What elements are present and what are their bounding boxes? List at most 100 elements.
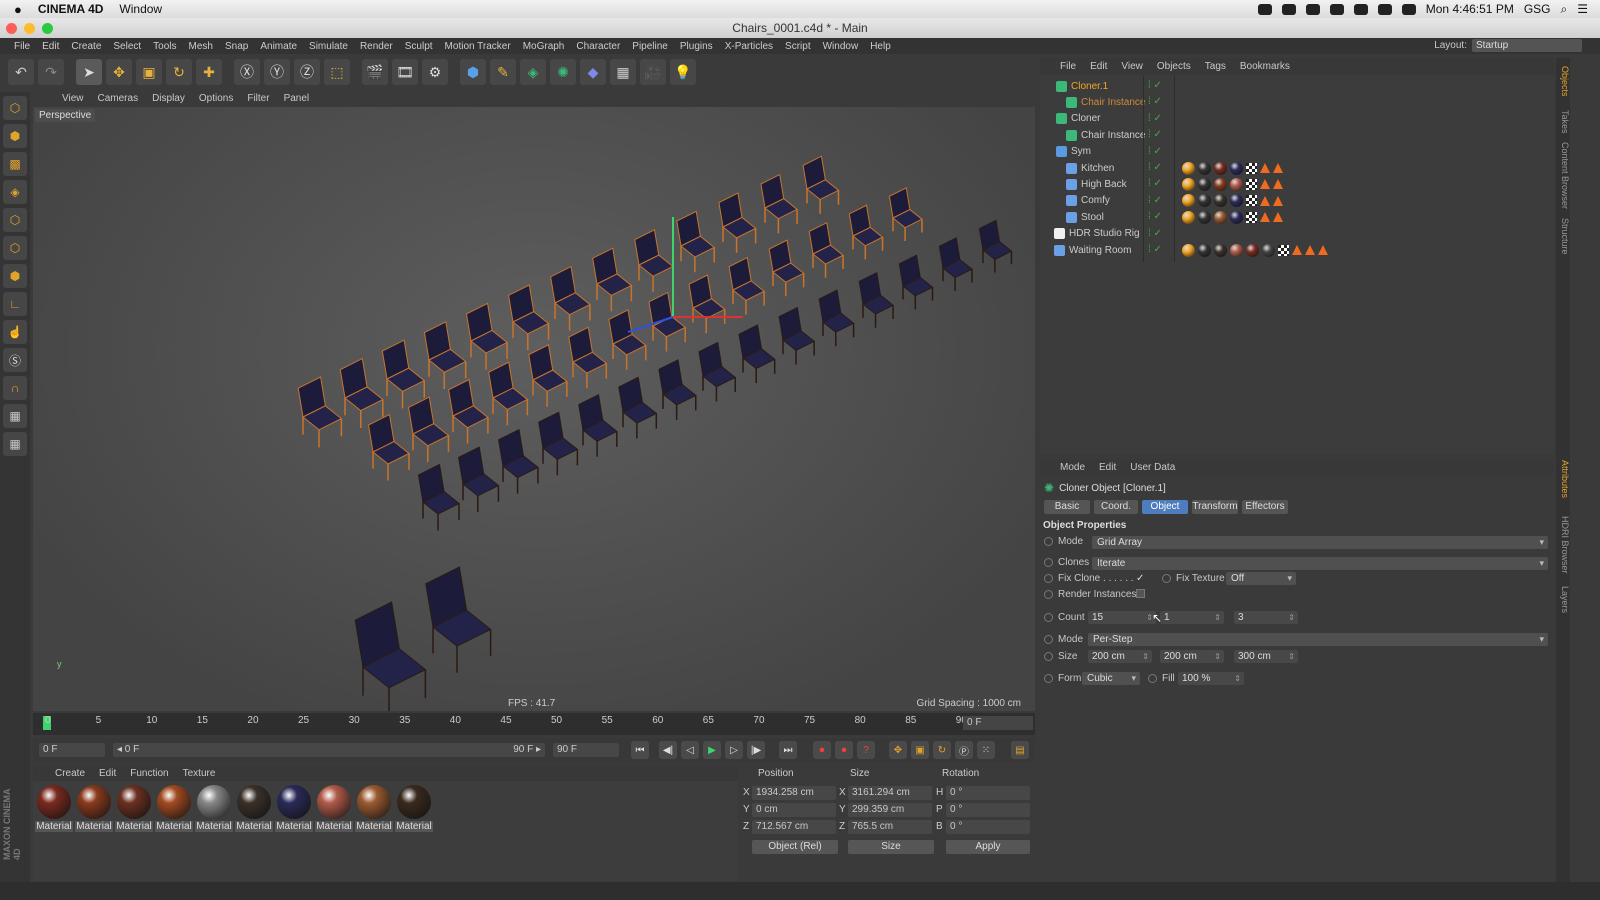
step-mode-dropdown[interactable]: Per-Step [1088, 633, 1548, 646]
record-scale-icon[interactable]: ▣ [911, 741, 929, 759]
timeline-window-icon[interactable]: ▤ [1011, 741, 1029, 759]
user-name[interactable]: GSG [1524, 2, 1551, 16]
phong-tag-icon[interactable] [1273, 179, 1283, 190]
select-tool-icon[interactable]: ➤ [76, 59, 102, 85]
object-row[interactable]: Chair Instance ⁞ ✓ [1040, 127, 1554, 143]
chair-clone[interactable] [488, 361, 529, 426]
animate-radio[interactable] [1044, 590, 1053, 599]
viewport-menu-filter[interactable]: Filter [247, 93, 269, 104]
material-tag-icon[interactable] [1198, 161, 1211, 175]
material-menu-texture[interactable]: Texture [183, 768, 216, 779]
rotation-field[interactable]: 0 ° [946, 803, 1030, 817]
material-menu-function[interactable]: Function [130, 768, 168, 779]
menu-window[interactable]: Window [817, 41, 865, 52]
chair-clone[interactable] [858, 271, 894, 328]
chair-clone[interactable] [354, 601, 427, 711]
object-row[interactable]: Chair Instance ⁞ ✓ [1040, 94, 1554, 110]
visibility-toggle[interactable]: ⁞ ✓ [1148, 162, 1176, 174]
timeline-ruler[interactable]: 0 5 10 15 20 25 30 35 40 45 50 55 60 65 70 75 80 85 90 0 F [33, 713, 1035, 735]
magnet-icon[interactable]: ∩ [3, 376, 27, 400]
attribute-menu-user-data[interactable]: User Data [1130, 462, 1175, 473]
object-menu-file[interactable]: File [1060, 61, 1076, 72]
tab-object[interactable]: Object [1142, 500, 1188, 514]
status-icon[interactable] [1281, 3, 1296, 15]
chair-clone[interactable] [423, 321, 467, 390]
material-tag-icon[interactable] [1246, 243, 1259, 257]
phong-tag-icon[interactable] [1260, 195, 1270, 206]
chair-clone[interactable] [448, 378, 489, 444]
size-mode-dropdown[interactable]: Size [848, 840, 934, 854]
attribute-menu-edit[interactable]: Edit [1099, 462, 1116, 473]
chair-clone[interactable] [778, 306, 816, 365]
fix-clone-checkbox[interactable]: ✓ [1136, 573, 1144, 584]
material-tag-icon[interactable] [1182, 177, 1195, 191]
material-tag-icon[interactable] [1214, 177, 1227, 191]
visibility-toggle[interactable]: ⁞ ✓ [1148, 113, 1176, 125]
count-x-field[interactable]: 15 [1088, 611, 1156, 624]
chair-clone[interactable] [658, 359, 697, 420]
subdivision-icon[interactable]: ◈ [520, 59, 546, 85]
pen-icon[interactable]: ✎ [490, 59, 516, 85]
chair-clone[interactable] [648, 291, 687, 352]
form-dropdown[interactable]: Cubic [1082, 672, 1140, 685]
tab-transform[interactable]: Transform [1192, 500, 1238, 514]
object-name[interactable]: HDR Studio Rig [1069, 228, 1140, 239]
floor-icon[interactable]: ▦ [610, 59, 636, 85]
visibility-toggle[interactable]: ⁞ ✓ [1148, 146, 1176, 158]
phong-tag-icon[interactable] [1260, 163, 1270, 173]
play-icon[interactable]: ▶ [703, 741, 721, 759]
record-icon[interactable]: ⏺ [813, 741, 831, 759]
end-frame-field[interactable]: 90 F [553, 743, 619, 757]
checker-tag-icon[interactable] [1246, 178, 1257, 190]
make-editable-icon[interactable]: ⬡ [3, 96, 27, 120]
chair-clone[interactable] [458, 446, 500, 513]
phong-tag-icon[interactable] [1318, 245, 1328, 255]
material-swatch[interactable]: Material [75, 785, 113, 832]
object-menu-bookmarks[interactable]: Bookmarks [1240, 61, 1290, 72]
phong-tag-icon[interactable] [1273, 163, 1283, 173]
attribute-menu-mode[interactable]: Mode [1060, 462, 1085, 473]
object-menu-edit[interactable]: Edit [1090, 61, 1107, 72]
chair-clone[interactable] [417, 463, 460, 531]
dock-tab-objects[interactable]: Objects [1556, 66, 1570, 97]
material-swatch[interactable]: Material [355, 785, 393, 832]
record-position-icon[interactable]: ✥ [889, 741, 907, 759]
zoom-window-button[interactable] [42, 23, 53, 34]
visibility-toggle[interactable]: ⁞ ✓ [1148, 228, 1176, 240]
status-icon[interactable] [1257, 3, 1272, 15]
menu-file[interactable]: File [8, 41, 36, 52]
apply-button[interactable]: Apply [946, 840, 1030, 854]
clock[interactable]: Mon 4:46:51 PM [1426, 2, 1514, 16]
chair-clone[interactable] [381, 339, 426, 409]
object-name[interactable]: High Back [1081, 179, 1127, 190]
viewport-menu-display[interactable]: Display [152, 93, 185, 104]
points-mode-icon[interactable]: ⬡ [3, 208, 27, 232]
animate-radio[interactable] [1044, 574, 1053, 583]
menu-render[interactable]: Render [354, 41, 399, 52]
phong-tag-icon[interactable] [1305, 245, 1315, 255]
chair-clone[interactable] [425, 566, 492, 673]
menu-mograph[interactable]: MoGraph [517, 41, 571, 52]
size-z-field[interactable]: 300 cm [1234, 650, 1298, 663]
render-settings-icon[interactable]: ⚙ [422, 59, 448, 85]
material-tag-icon[interactable] [1214, 243, 1227, 257]
material-menu-edit[interactable]: Edit [99, 768, 116, 779]
object-name[interactable]: Chair Instance [1081, 130, 1145, 141]
preview-range-slider[interactable]: ◂ 0 F 90 F ▸ [113, 743, 545, 757]
object-row[interactable]: High Back ⁞ ✓ [1040, 176, 1554, 192]
chair-clone[interactable] [818, 289, 855, 347]
rotate-tool-icon[interactable]: ↻ [166, 59, 192, 85]
material-swatch[interactable]: Material [115, 785, 153, 832]
dock-tab-hdri-browser[interactable]: HDRI Browser [1556, 516, 1570, 574]
clones-dropdown[interactable]: Iterate [1092, 557, 1548, 570]
chair-clone[interactable] [898, 254, 934, 310]
chair-clone[interactable] [848, 204, 884, 260]
menu-character[interactable]: Character [570, 41, 626, 52]
checker-tag-icon[interactable] [1278, 244, 1289, 256]
chair-clone[interactable] [688, 274, 726, 334]
object-menu-view[interactable]: View [1121, 61, 1143, 72]
visibility-toggle[interactable]: ⁞ ✓ [1148, 178, 1176, 190]
count-y-field[interactable]: 1 [1160, 611, 1224, 624]
dock-tab-layers[interactable]: Layers [1556, 586, 1570, 613]
notification-icon[interactable]: ☰ [1577, 2, 1588, 16]
